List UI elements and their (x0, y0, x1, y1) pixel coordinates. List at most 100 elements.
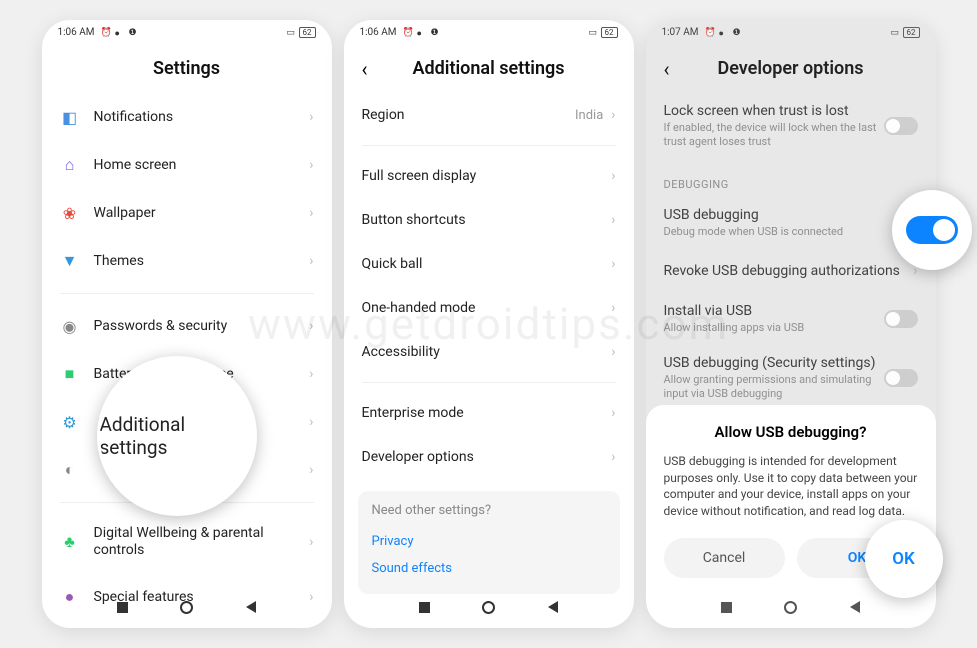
dnd-icon: ● (115, 28, 123, 36)
row-usb-security[interactable]: USB debugging (Security settings)Allow g… (664, 345, 918, 412)
alarm-icon: ⏰ (403, 28, 411, 36)
chevron-right-icon: › (611, 300, 615, 316)
row-region[interactable]: RegionIndia› (362, 93, 616, 137)
wellbeing-icon: ♣ (60, 532, 80, 552)
signal-icon: ▭ (589, 28, 597, 36)
cancel-button[interactable]: Cancel (664, 538, 785, 578)
dev-options-list: Lock screen when trust is lostIf enabled… (646, 93, 936, 412)
row-button-shortcuts[interactable]: Button shortcuts› (362, 198, 616, 242)
chevron-right-icon: › (309, 414, 313, 430)
header: ‹ Developer options (646, 44, 936, 93)
chevron-right-icon: › (611, 449, 615, 465)
row-developer-options[interactable]: Developer options› (362, 435, 616, 479)
nav-back[interactable] (848, 600, 862, 614)
status-time: 1:06 AM (360, 27, 397, 38)
header: ‹ Additional settings (344, 44, 634, 93)
toggle-install-usb[interactable] (884, 310, 918, 328)
chevron-right-icon: › (309, 205, 313, 221)
magnifier-ok-button: OK (865, 520, 943, 598)
dnd-icon: ● (719, 28, 727, 36)
link-privacy[interactable]: Privacy (372, 528, 606, 555)
row-wellbeing[interactable]: ♣Digital Wellbeing & parental controls› (60, 511, 314, 573)
alarm-icon: ⏰ (101, 28, 109, 36)
back-button[interactable]: ‹ (664, 57, 670, 81)
divider (362, 382, 616, 383)
back-button[interactable]: ‹ (362, 57, 368, 81)
row-revoke-auth[interactable]: Revoke USB debugging authorizations› (664, 249, 918, 293)
signal-icon: ▭ (287, 28, 295, 36)
chevron-right-icon: › (611, 212, 615, 228)
nav-back[interactable] (546, 600, 560, 614)
region-value: India (575, 108, 603, 123)
status-time: 1:07 AM (662, 27, 699, 38)
row-home-screen[interactable]: ⌂Home screen› (60, 141, 314, 189)
toggle-usb-security[interactable] (884, 369, 918, 387)
lock-icon: ◉ (60, 316, 80, 336)
row-lock-trust[interactable]: Lock screen when trust is lostIf enabled… (664, 93, 918, 160)
row-usb-debugging[interactable]: USB debuggingDebug mode when USB is conn… (664, 197, 918, 249)
chevron-right-icon: › (611, 344, 615, 360)
row-notifications[interactable]: ◧Notifications› (60, 93, 314, 141)
nav-back[interactable] (244, 600, 258, 614)
alarm-icon: ⏰ (705, 28, 713, 36)
section-debugging: DEBUGGING (664, 160, 918, 197)
status-bar: 1:07 AM ⏰●❶ ▭62 (646, 20, 936, 44)
toggle-lock-trust[interactable] (884, 117, 918, 135)
status-bar: 1:06 AM ⏰ ● ❶ ▭ 62 (42, 20, 332, 44)
battery-icon: 62 (299, 27, 316, 38)
row-themes[interactable]: ▼Themes› (60, 237, 314, 285)
chevron-right-icon: › (611, 168, 615, 184)
chevron-right-icon: › (611, 256, 615, 272)
row-fullscreen[interactable]: Full screen display› (362, 154, 616, 198)
row-wallpaper[interactable]: ❀Wallpaper› (60, 189, 314, 237)
nav-home[interactable] (784, 600, 798, 614)
chevron-right-icon: › (309, 366, 313, 382)
chevron-right-icon: › (309, 534, 313, 550)
row-install-usb[interactable]: Install via USBAllow installing apps via… (664, 293, 918, 345)
wallpaper-icon: ❀ (60, 203, 80, 223)
chevron-right-icon: › (309, 253, 313, 269)
nav-bar (42, 594, 332, 620)
nav-recent[interactable] (720, 600, 734, 614)
header: Settings (42, 44, 332, 93)
status-time: 1:06 AM (58, 27, 95, 38)
row-onehanded[interactable]: One-handed mode› (362, 286, 616, 330)
divider (60, 293, 314, 294)
gear-icon: ⚙ (60, 412, 80, 432)
row-enterprise[interactable]: Enterprise mode› (362, 391, 616, 435)
page-title: Settings (60, 58, 314, 79)
dnd-icon: ● (417, 28, 425, 36)
nav-recent[interactable] (418, 600, 432, 614)
link-sound-effects[interactable]: Sound effects (372, 555, 606, 582)
row-quickball[interactable]: Quick ball› (362, 242, 616, 286)
modal-body: USB debugging is intended for developmen… (664, 453, 918, 520)
page-title: Additional settings (362, 58, 616, 79)
nav-recent[interactable] (116, 600, 130, 614)
chevron-right-icon: › (611, 405, 615, 421)
row-accessibility[interactable]: Accessibility› (362, 330, 616, 374)
nav-home[interactable] (180, 600, 194, 614)
info-icon: ❶ (129, 28, 137, 36)
divider (362, 145, 616, 146)
row-passwords[interactable]: ◉Passwords & security› (60, 302, 314, 350)
tutorial-container: 1:06 AM ⏰ ● ❶ ▭ 62 Settings ◧Notifications›… (22, 0, 956, 648)
themes-icon: ▼ (60, 251, 80, 271)
modal-title: Allow USB debugging? (664, 423, 918, 441)
status-bar: 1:06 AM ⏰ ● ❶ ▭ 62 (344, 20, 634, 44)
usb-debugging-toggle-on[interactable] (906, 216, 958, 244)
battery-icon: ■ (60, 364, 80, 384)
apps-icon: ◐ (60, 460, 80, 480)
chevron-right-icon: › (309, 318, 313, 334)
phone-additional-settings: 1:06 AM ⏰ ● ❶ ▭ 62 ‹ Additional settings Re… (344, 20, 634, 628)
phone-settings: 1:06 AM ⏰ ● ❶ ▭ 62 Settings ◧Notifications›… (42, 20, 332, 628)
info-icon: ❶ (733, 28, 741, 36)
chevron-right-icon: › (309, 109, 313, 125)
chevron-right-icon: › (309, 462, 313, 478)
nav-home[interactable] (482, 600, 496, 614)
signal-icon: ▭ (891, 28, 899, 36)
page-title: Developer options (664, 58, 918, 79)
battery-icon: 62 (601, 27, 618, 38)
additional-settings-list: RegionIndia› Full screen display› Button… (344, 93, 634, 479)
footer-box: Need other settings? Privacy Sound effec… (358, 491, 620, 594)
info-icon: ❶ (431, 28, 439, 36)
